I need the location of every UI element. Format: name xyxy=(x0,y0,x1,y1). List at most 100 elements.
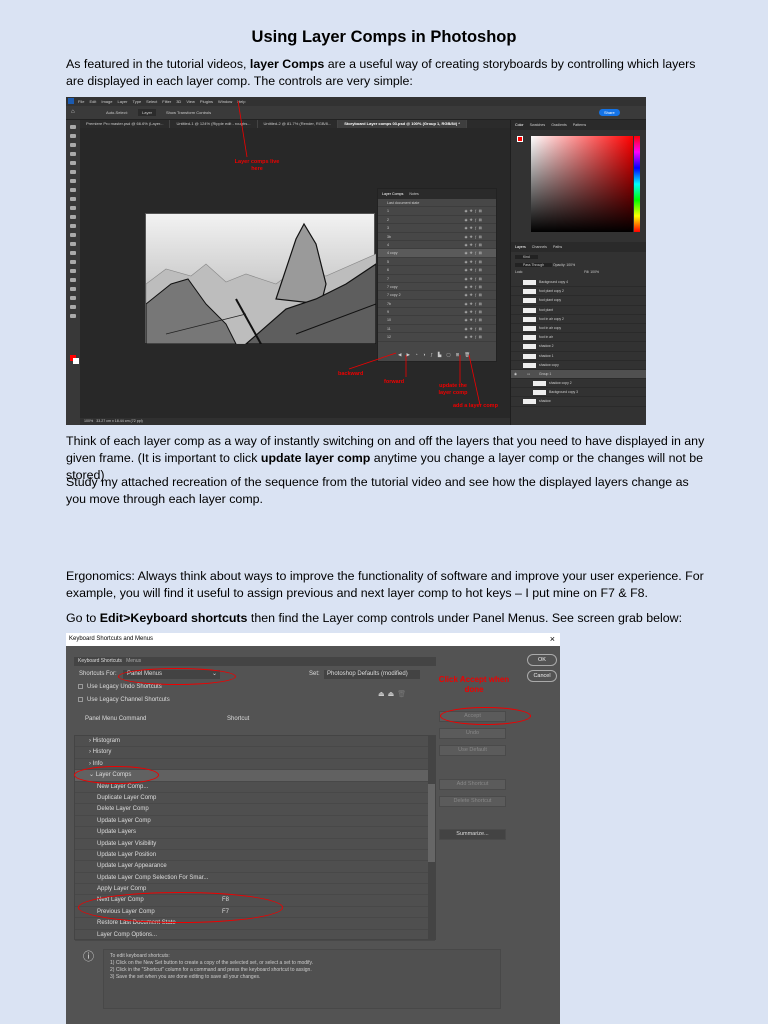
command-group-history[interactable]: › History xyxy=(75,747,435,759)
layer-row[interactable]: shadow copy 2 xyxy=(511,379,646,389)
tab-swatches[interactable]: Swatches xyxy=(530,123,546,127)
layer-row[interactable]: shadow 1 xyxy=(511,352,646,361)
command-name: Update Layer Comp Selection For Smar... xyxy=(97,874,209,881)
checkbox-icon xyxy=(78,697,83,702)
dialog-title: Keyboard Shortcuts and Menus xyxy=(69,636,154,642)
layer-thumbnail xyxy=(523,399,536,405)
layer-row[interactable]: ◉ ▭ Group 1 xyxy=(511,369,646,380)
annotation-click-accept: Click Accept when done xyxy=(438,675,510,694)
command-row[interactable]: Layer Comp Options... xyxy=(75,930,435,942)
share-button[interactable]: Share xyxy=(599,109,620,116)
scrollbar[interactable] xyxy=(428,736,435,939)
command-name: Update Layers xyxy=(97,829,137,836)
close-icon[interactable]: × xyxy=(550,633,555,646)
tab-keyboard-shortcuts[interactable]: Keyboard Shortcuts xyxy=(78,658,122,664)
legacy-undo-checkbox[interactable]: Use Legacy Undo Shortcuts xyxy=(78,684,162,690)
new-set-icon[interactable]: ⏏ xyxy=(388,691,398,698)
layer-row[interactable]: foot plant copy xyxy=(511,296,646,306)
foreground-color-chip[interactable] xyxy=(517,136,523,142)
command-row[interactable]: Update Layer Comp Selection For Smar... xyxy=(75,873,435,885)
legacy-undo-label: Use Legacy Undo Shortcuts xyxy=(87,684,162,691)
bold-text: update layer comp xyxy=(260,451,371,465)
layer-thumbnail xyxy=(523,344,536,350)
opacity-value[interactable]: 100% xyxy=(566,263,575,267)
command-name: Update Layer Comp xyxy=(97,817,151,824)
tab-patterns[interactable]: Patterns xyxy=(573,123,586,127)
layer-row[interactable]: foot plant copy 2 xyxy=(511,287,646,297)
trash-icon[interactable]: 🗑 xyxy=(397,691,409,698)
set-select[interactable]: Photoshop Defaults (modified) xyxy=(324,670,420,679)
bold-text: Edit>Keyboard shortcuts xyxy=(99,611,248,625)
command-name: Update Layer Appearance xyxy=(97,863,167,870)
layer-name: foot in air copy xyxy=(539,325,562,330)
blend-mode-select[interactable]: Pass Through xyxy=(515,263,553,267)
dialog-tabs: Keyboard Shortcuts Menus xyxy=(74,657,436,666)
layers-panel: Layers Channels Paths Kind Pass Through Op… xyxy=(511,242,646,407)
layers-list: Background copy 4 foot plant copy 2 foot p… xyxy=(511,278,646,407)
layers-filter: Kind xyxy=(511,252,646,262)
summarize-button[interactable]: Summarize... xyxy=(439,829,506,840)
layer-name: shadow 1 xyxy=(539,353,554,358)
folder-icon: ▭ xyxy=(527,371,531,376)
annotation-ellipse-accept xyxy=(440,707,531,725)
command-name: Apply Layer Comp xyxy=(97,886,147,893)
tab-color[interactable]: Color xyxy=(515,123,524,127)
layer-row[interactable]: Background copy 3 xyxy=(511,388,646,398)
command-row[interactable]: Delete Layer Comp xyxy=(75,804,435,816)
kind-filter[interactable]: Kind xyxy=(515,255,538,259)
layer-row[interactable]: foot in air xyxy=(511,333,646,343)
annotation-ellipse-layer-comps xyxy=(74,766,159,784)
eye-icon[interactable]: ◉ xyxy=(514,370,517,379)
tab-menus[interactable]: Menus xyxy=(126,658,141,664)
layer-thumbnail xyxy=(523,362,536,368)
add-shortcut-button[interactable]: Add Shortcut xyxy=(439,779,506,790)
command-row[interactable]: Update Layer Comp xyxy=(75,816,435,828)
command-row[interactable]: Duplicate Layer Comp xyxy=(75,793,435,805)
command-row[interactable]: Update Layer Position xyxy=(75,850,435,862)
layer-row[interactable]: shadow copy xyxy=(511,361,646,370)
opacity-label: Opacity: xyxy=(553,263,566,267)
layer-name: Group 1 xyxy=(539,371,552,376)
layer-row[interactable]: foot in air copy 2 xyxy=(511,315,646,324)
layer-name: shadow xyxy=(539,399,551,404)
fill-value[interactable]: 100% xyxy=(590,270,599,274)
undo-button[interactable]: Undo xyxy=(439,728,506,739)
tab-layers[interactable]: Layers xyxy=(515,245,526,249)
color-picker-field[interactable] xyxy=(531,136,633,232)
command-row[interactable]: Update Layers xyxy=(75,827,435,839)
info-icon: ⓘ xyxy=(83,951,94,963)
annotation-layer-comps-live-here: Layer comps live here xyxy=(234,159,280,172)
scrollbar-thumb[interactable] xyxy=(428,784,435,862)
save-set-icon[interactable]: ⏏ xyxy=(378,691,388,698)
right-panels: Color Swatches Gradients Patterns Layers Cha… xyxy=(510,120,646,425)
tab-channels[interactable]: Channels xyxy=(532,245,547,249)
status-bar: 100% 33.27 cm x 18.44 cm (72 ppi) xyxy=(80,418,510,425)
cancel-button[interactable]: Cancel xyxy=(527,670,557,682)
zoom-level[interactable]: 100% xyxy=(84,419,93,423)
paragraph-go-to: Go to Edit>Keyboard shortcuts then find … xyxy=(66,610,706,627)
use-default-button[interactable]: Use Default xyxy=(439,745,506,756)
command-row[interactable]: Update Layer Visibility xyxy=(75,839,435,850)
lock-row: Lock: Fill: 100% xyxy=(511,268,646,278)
layer-name: foot in air copy 2 xyxy=(539,316,564,321)
layer-row[interactable]: shadow xyxy=(511,397,646,407)
photoshop-screenshot: File Edit Image Layer Type Select Filter 3D View… xyxy=(66,97,646,425)
layer-name: foot plant xyxy=(539,307,553,312)
command-group-histogram[interactable]: › Histogram xyxy=(75,736,435,748)
command-row[interactable]: Update Layer Appearance xyxy=(75,861,435,873)
annotation-update-layer-comp: update the layer comp xyxy=(438,383,468,396)
command-name: Layer Comp Options... xyxy=(97,931,158,938)
layer-row[interactable]: Background copy 4 xyxy=(511,278,646,288)
ok-button[interactable]: OK xyxy=(527,654,557,666)
layer-row[interactable]: shadow 2 xyxy=(511,342,646,352)
command-name: Delete Layer Comp xyxy=(97,806,149,813)
delete-shortcut-button[interactable]: Delete Shortcut xyxy=(439,796,506,807)
layer-row[interactable]: foot in air copy xyxy=(511,324,646,334)
hue-slider[interactable] xyxy=(634,136,640,232)
legacy-channel-checkbox[interactable]: Use Legacy Channel Shortcuts xyxy=(78,697,170,703)
layer-row[interactable]: foot plant xyxy=(511,306,646,315)
layer-thumbnail xyxy=(523,280,536,285)
layer-name: foot plant copy 2 xyxy=(539,289,564,294)
tab-paths[interactable]: Paths xyxy=(553,245,562,249)
tab-gradients[interactable]: Gradients xyxy=(551,123,567,127)
